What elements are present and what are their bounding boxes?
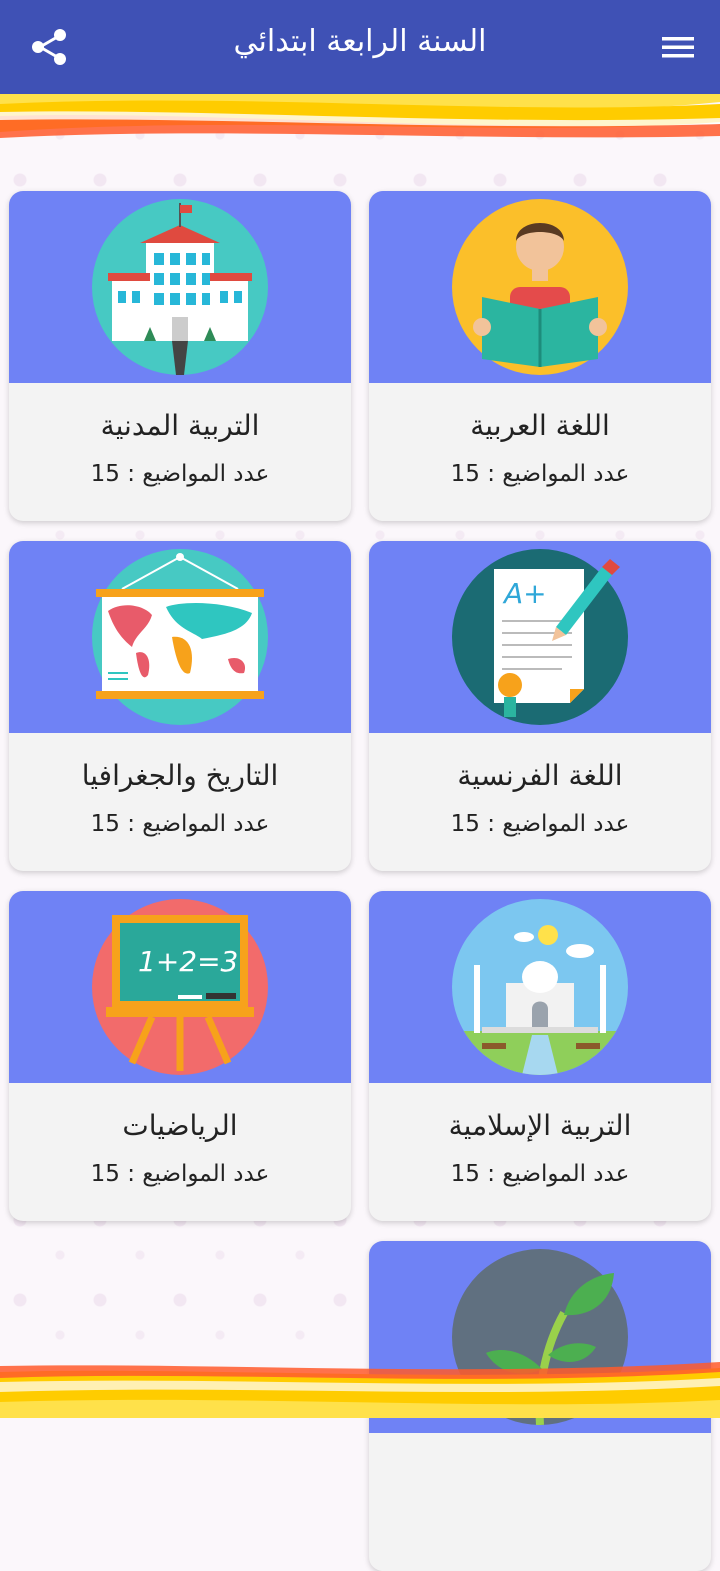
topics-count-value: 15 (90, 1161, 120, 1187)
topics-count-label: عدد المواضيع : (487, 461, 630, 487)
topics-count-value: 15 (450, 1161, 480, 1187)
subject-card-history-geography[interactable]: التاريخ والجغرافيا 15 عدد المواضيع : (9, 541, 351, 871)
world-map-icon (92, 549, 268, 725)
subject-card-french[interactable]: A+ اللغة الفرنسية 15 عدد المواضيع : (369, 541, 711, 871)
topics-count-value: 15 (450, 461, 480, 487)
card-header (369, 191, 711, 383)
topics-count: 15 عدد المواضيع : (369, 811, 711, 837)
ribbon-decoration-top (0, 92, 720, 138)
subject-name: التربية الإسلامية (448, 1109, 632, 1142)
topics-count-value: 15 (90, 461, 120, 487)
school-building-icon (92, 199, 268, 375)
mosque-icon (452, 899, 628, 1075)
subject-name: التربية المدنية (100, 409, 260, 442)
topics-count-label: عدد المواضيع : (487, 1161, 630, 1187)
grade-text: A+ (502, 577, 547, 610)
topics-count-label: عدد المواضيع : (127, 461, 270, 487)
page-title: السنة الرابعة ابتدائي (233, 24, 487, 59)
card-header (9, 541, 351, 733)
equation-text: 1+2=3 (138, 945, 238, 978)
chalkboard-icon: 1+2=3 (92, 899, 268, 1075)
topics-count: 15 عدد المواضيع : (369, 1161, 711, 1187)
subject-name: الرياضيات (122, 1109, 238, 1142)
card-header (9, 191, 351, 383)
subject-name: اللغة الفرنسية (457, 759, 623, 792)
subject-card-islamic[interactable]: التربية الإسلامية 15 عدد المواضيع : (369, 891, 711, 1221)
topics-count-value: 15 (450, 811, 480, 837)
subject-card-civic[interactable]: التربية المدنية 15 عدد المواضيع : (9, 191, 351, 521)
topics-count-value: 15 (90, 811, 120, 837)
card-header: 1+2=3 (9, 891, 351, 1083)
subject-name: اللغة العربية (470, 409, 610, 442)
card-header (369, 891, 711, 1083)
topics-count-label: عدد المواضيع : (487, 811, 630, 837)
topics-count: 15 عدد المواضيع : (9, 461, 351, 487)
subject-card-math[interactable]: 1+2=3 الرياضيات 15 عدد المواضيع : (9, 891, 351, 1221)
app-bar: السنة الرابعة ابتدائي (0, 0, 720, 94)
graded-paper-icon: A+ (452, 549, 628, 725)
reading-student-icon (452, 199, 628, 375)
topics-count: 15 عدد المواضيع : (369, 461, 711, 487)
ribbon-decoration-bottom (0, 1362, 720, 1418)
menu-icon[interactable] (658, 31, 698, 63)
subject-name: التاريخ والجغرافيا (81, 759, 279, 792)
topics-count: 15 عدد المواضيع : (9, 811, 351, 837)
subject-card-arabic[interactable]: اللغة العربية 15 عدد المواضيع : (369, 191, 711, 521)
topics-count-label: عدد المواضيع : (127, 1161, 270, 1187)
card-header: A+ (369, 541, 711, 733)
topics-count-label: عدد المواضيع : (127, 811, 270, 837)
topics-count: 15 عدد المواضيع : (9, 1161, 351, 1187)
